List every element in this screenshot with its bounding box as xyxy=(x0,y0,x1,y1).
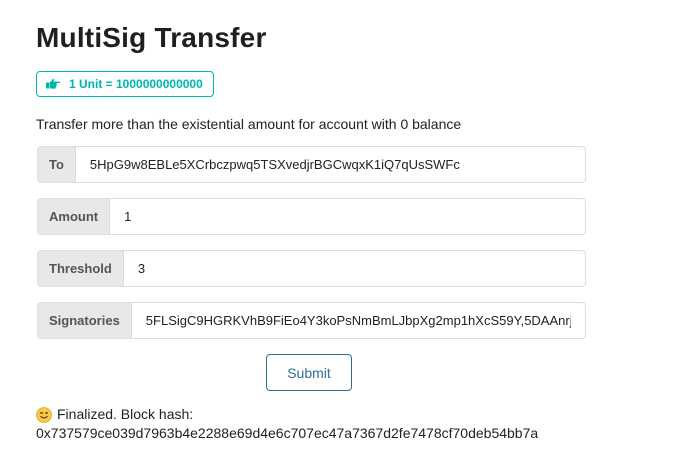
hand-pointing-right-icon xyxy=(45,78,61,90)
unit-badge-text: 1 Unit = 1000000000000 xyxy=(69,77,203,91)
submit-button[interactable]: Submit xyxy=(266,354,352,391)
threshold-field: Threshold xyxy=(37,250,586,287)
multisig-transfer-page: MultiSig Transfer 1 Unit = 1000000000000… xyxy=(0,0,677,453)
amount-label: Amount xyxy=(37,198,110,235)
to-field: To xyxy=(37,146,586,183)
signatories-input[interactable] xyxy=(130,302,586,339)
to-input[interactable] xyxy=(74,146,586,183)
amount-input[interactable] xyxy=(109,198,586,235)
unit-badge: 1 Unit = 1000000000000 xyxy=(36,71,214,97)
page-title: MultiSig Transfer xyxy=(36,22,267,53)
block-hash: 0x737579ce039d7963b4e2288e69d4e6c707ec47… xyxy=(36,425,539,441)
transaction-status: Finalized. Block hash: 0x737579ce039d796… xyxy=(36,405,538,443)
to-label: To xyxy=(37,146,75,183)
amount-field: Amount xyxy=(37,198,586,235)
threshold-input[interactable] xyxy=(122,250,586,287)
status-message: Finalized. Block hash: xyxy=(57,406,194,422)
winking-face-icon xyxy=(36,406,52,423)
threshold-label: Threshold xyxy=(37,250,123,287)
signatories-label: Signatories xyxy=(37,302,131,339)
existential-hint: Transfer more than the existential amoun… xyxy=(36,116,462,132)
signatories-field: Signatories xyxy=(37,302,586,339)
